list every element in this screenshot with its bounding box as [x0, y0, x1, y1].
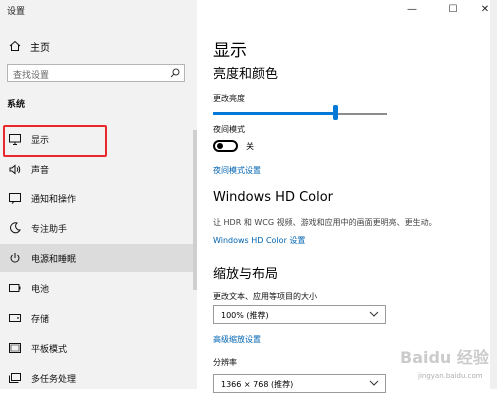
tablet-icon — [8, 341, 22, 355]
main-scrollbar[interactable] — [490, 0, 497, 389]
sidebar-item-label: 平板模式 — [31, 344, 68, 355]
speaker-icon — [8, 162, 22, 176]
main-panel: 显示 亮度和颜色 更改亮度 夜间模式 关 夜间模式设置 Windows HD C… — [197, 0, 500, 393]
sidebar-item-label: 电源和睡眠 — [31, 254, 77, 265]
maximize-button[interactable]: ☐ — [439, 0, 467, 18]
resolution-label: 分辨率 — [213, 358, 237, 367]
night-light-settings-link[interactable]: 夜间模式设置 — [213, 165, 261, 176]
multitask-icon — [8, 371, 22, 385]
scale-label: 更改文本、应用等项目的大小 — [213, 292, 317, 301]
sidebar-item-battery[interactable]: 电池 — [0, 274, 197, 302]
brightness-section-heading: 亮度和颜色 — [213, 67, 279, 82]
watermark-url: jingyan.baidu.com — [418, 372, 483, 380]
highlight-box — [3, 125, 107, 157]
sidebar-item-power-sleep[interactable]: 电源和睡眠 — [0, 244, 197, 272]
maximize-icon: ☐ — [448, 3, 458, 15]
sidebar-item-multitasking[interactable]: 多任务处理 — [0, 364, 197, 392]
close-icon: ✕ — [480, 3, 490, 15]
storage-icon — [8, 311, 22, 325]
power-icon — [8, 251, 22, 265]
sidebar-item-focus-assist[interactable]: 专注助手 — [0, 214, 197, 242]
window-title: 设置 — [7, 7, 26, 17]
sidebar: 设置 主页 查找设置 系统 显示 声音 通知和操作 专注助手 电源和睡眠 电池 … — [0, 0, 197, 389]
sidebar-item-label: 专注助手 — [31, 224, 68, 235]
scale-value: 100% (推荐) — [221, 311, 269, 320]
brightness-label: 更改亮度 — [213, 94, 245, 103]
chevron-down-icon — [369, 308, 379, 322]
brightness-slider-thumb[interactable] — [332, 105, 338, 120]
sidebar-item-storage[interactable]: 存储 — [0, 304, 197, 332]
sidebar-item-sound[interactable]: 声音 — [0, 155, 197, 183]
close-button[interactable]: ✕ — [471, 0, 499, 18]
search-placeholder: 查找设置 — [13, 71, 50, 81]
battery-icon — [8, 281, 22, 295]
sidebar-item-label: 声音 — [31, 165, 50, 176]
night-light-label: 夜间模式 — [213, 125, 245, 134]
settings-window: 设置 主页 查找设置 系统 显示 声音 通知和操作 专注助手 电源和睡眠 电池 … — [0, 0, 500, 393]
sidebar-item-label: 通知和操作 — [31, 194, 77, 205]
watermark: Baidu 经验 — [400, 348, 489, 367]
scale-section-heading: 缩放与布局 — [213, 267, 279, 282]
hdr-description: 让 HDR 和 WCG 视频、游戏和应用中的画面更明亮、更生动。 — [213, 218, 437, 227]
search-input[interactable]: 查找设置 — [7, 64, 185, 82]
notification-icon — [8, 191, 22, 205]
sidebar-item-label: 电池 — [31, 284, 50, 295]
brightness-slider-fill — [213, 112, 335, 115]
sidebar-item-label: 存储 — [31, 314, 50, 325]
home-nav-item[interactable]: 主页 — [8, 38, 50, 54]
resolution-value: 1366 × 768 (推荐) — [221, 380, 294, 389]
home-label: 主页 — [30, 42, 50, 54]
minimize-button[interactable]: — — [398, 0, 426, 18]
home-icon — [8, 39, 22, 53]
scale-dropdown[interactable]: 100% (推荐) — [213, 305, 386, 324]
search-icon[interactable] — [170, 68, 180, 81]
advanced-scaling-link[interactable]: 高级缩放设置 — [213, 334, 261, 345]
night-light-toggle[interactable] — [213, 140, 238, 152]
night-light-state: 关 — [246, 142, 254, 151]
minimize-icon: — — [407, 3, 417, 15]
hdr-section-heading: Windows HD Color — [213, 190, 334, 205]
sidebar-item-notifications[interactable]: 通知和操作 — [0, 184, 197, 212]
hdr-settings-link[interactable]: Windows HD Color 设置 — [213, 235, 305, 246]
sidebar-item-label: 多任务处理 — [31, 374, 77, 385]
section-label: 系统 — [7, 100, 26, 110]
sidebar-item-tablet-mode[interactable]: 平板模式 — [0, 334, 197, 362]
moon-icon — [8, 221, 22, 235]
toggle-knob — [217, 143, 223, 149]
resolution-dropdown[interactable]: 1366 × 768 (推荐) — [213, 374, 386, 393]
page-title: 显示 — [213, 41, 247, 61]
